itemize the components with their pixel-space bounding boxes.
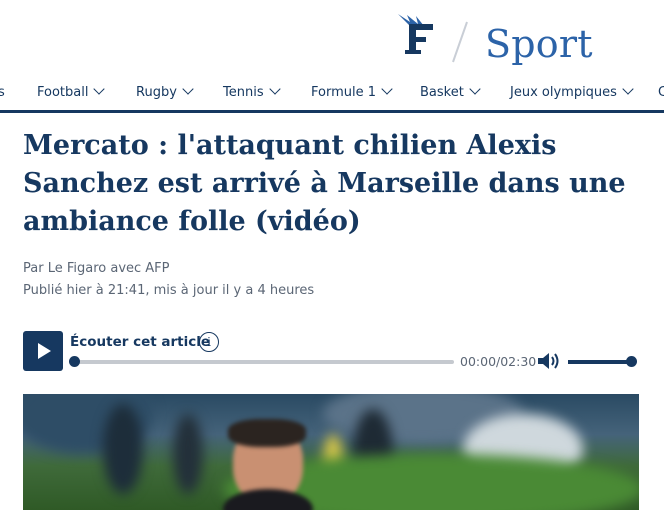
chevron-down-icon (381, 83, 393, 95)
nav-item-tennis[interactable]: Tennis (223, 78, 281, 108)
play-icon (38, 343, 51, 359)
article-meta: Par Le Figaro avec AFP Publié hier à 21:… (23, 258, 314, 302)
volume-slider-fill (568, 360, 634, 364)
nav-item-jeux-olympiques[interactable]: Jeux olympiques (510, 78, 634, 108)
info-icon[interactable]: i (199, 332, 219, 352)
chevron-down-icon (93, 83, 106, 95)
logo-divider (452, 21, 468, 63)
article-title: Mercato : l'attaquant chilien Alexis San… (23, 130, 626, 237)
nav-item-partial-right[interactable]: C (658, 78, 664, 108)
chevron-down-icon (469, 83, 481, 95)
nav-item-partial-left[interactable]: s (0, 78, 5, 108)
nav-item-formule-1[interactable]: Formule 1 (311, 78, 393, 108)
article-photo (23, 394, 639, 510)
nav-divider (0, 110, 664, 113)
chevron-down-icon (182, 83, 194, 95)
audio-progress-bar[interactable] (74, 360, 454, 364)
article-byline: Par Le Figaro avec AFP (23, 261, 170, 276)
chevron-down-icon (622, 83, 634, 95)
article-published-date: Publié hier à 21:41, mis à jour il y a 4… (23, 283, 315, 298)
play-button[interactable] (23, 331, 63, 371)
listen-article-label: Écouter cet article (70, 334, 211, 350)
figaro-logo-icon (398, 14, 433, 54)
nav-item-rugby[interactable]: Rugby (136, 78, 194, 108)
volume-slider-handle[interactable] (626, 356, 637, 367)
main-nav: s Football Rugby Tennis Formule 1 Basket… (0, 78, 664, 110)
nav-item-football[interactable]: Football (37, 78, 106, 108)
section-title[interactable]: Sport (485, 20, 593, 68)
audio-progress-handle[interactable] (69, 356, 80, 367)
nav-item-basket[interactable]: Basket (420, 78, 481, 108)
audio-time: 00:00/02:30 (460, 354, 537, 369)
volume-icon[interactable] (537, 352, 561, 370)
chevron-down-icon (268, 83, 281, 95)
